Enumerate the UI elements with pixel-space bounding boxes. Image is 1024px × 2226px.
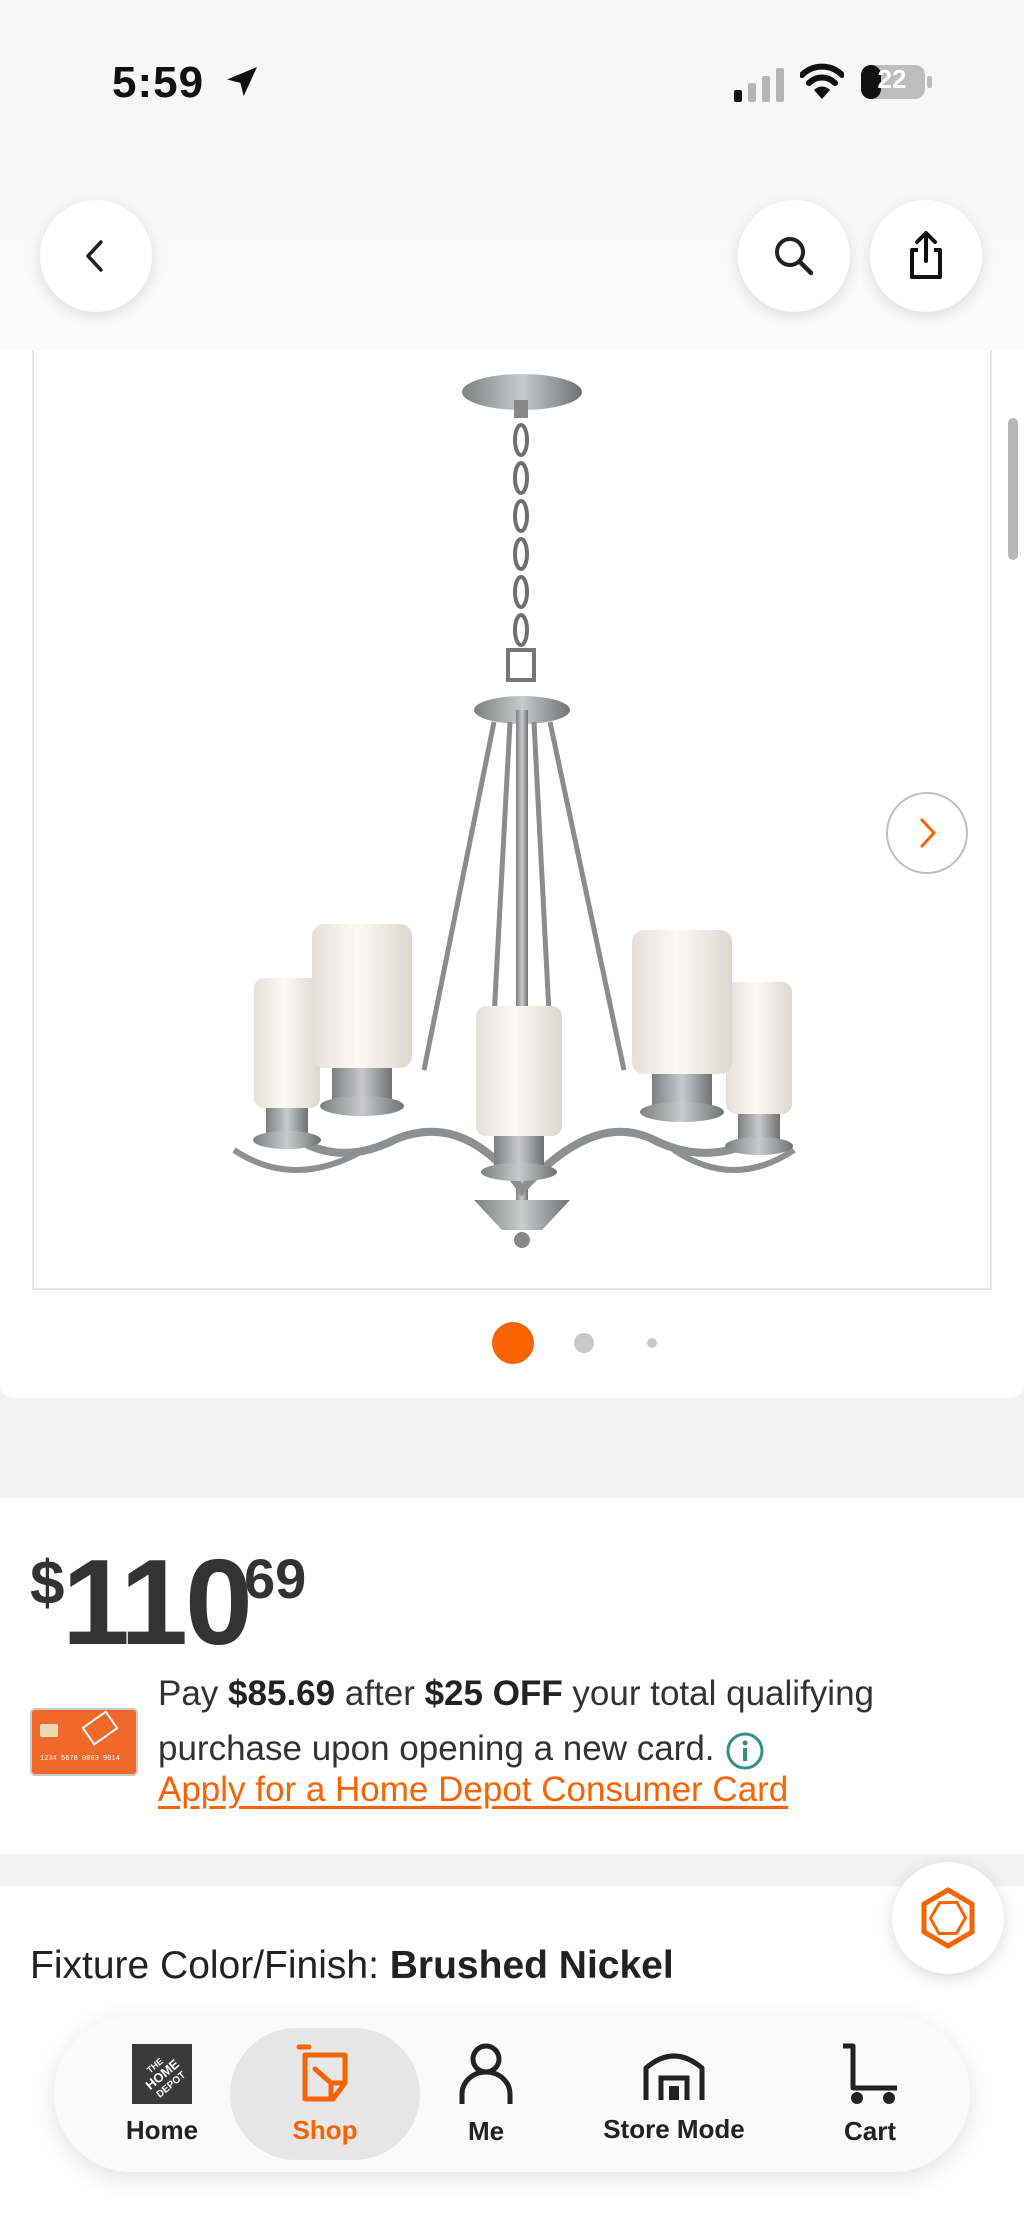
credit-card-icon: 1234 5678 0063 9014	[30, 1708, 138, 1776]
assistant-button[interactable]	[892, 1862, 1004, 1974]
wifi-icon	[800, 63, 844, 99]
nav-cart-label: Cart	[843, 2115, 896, 2146]
cart-icon	[843, 2043, 897, 2104]
pagination-dot-active[interactable]	[492, 1322, 534, 1364]
nav-shop-label: Shop	[292, 2114, 358, 2145]
cellular-signal-icon	[734, 68, 784, 102]
price-cents: 69	[244, 1547, 307, 1610]
promo-pay-amount: $85.69	[228, 1674, 336, 1713]
info-icon[interactable]	[725, 1731, 765, 1771]
nav-store-mode[interactable]: Store Mode	[584, 2016, 764, 2172]
battery-level: 22	[877, 64, 907, 94]
share-button[interactable]	[870, 200, 982, 312]
image-pagination	[0, 1322, 1024, 1364]
product-image[interactable]	[32, 350, 992, 1290]
nav-me[interactable]: Me	[430, 2016, 542, 2172]
scrollbar[interactable]	[1008, 418, 1018, 560]
nav-cart[interactable]: Cart	[814, 2016, 926, 2172]
product-page: 5:59 22 $ 110 69 1234 5678 0063 9014 Pay…	[0, 0, 1024, 2226]
nav-shop[interactable]: Shop	[230, 2028, 420, 2160]
location-arrow-icon	[227, 67, 257, 97]
fixture-finish-value: Brushed Nickel	[389, 1944, 674, 1987]
pagination-dot[interactable]	[574, 1333, 594, 1353]
apply-card-link[interactable]: Apply for a Home Depot Consumer Card	[158, 1770, 788, 1810]
nav-me-label: Me	[467, 2115, 505, 2146]
product-image-gallery	[0, 350, 1024, 1398]
product-header	[0, 160, 1024, 350]
fixture-label-text: Fixture Color/Finish:	[30, 1944, 390, 1987]
status-bar: 5:59 22	[0, 0, 1024, 160]
next-image-button[interactable]	[886, 792, 968, 874]
price-dollars: 110	[62, 1534, 253, 1670]
price-section: $ 110 69 1234 5678 0063 9014 Pay $85.69 …	[0, 1498, 1024, 1854]
back-button[interactable]	[40, 200, 152, 312]
chandelier-image	[232, 374, 796, 1248]
promo-discount: $25 OFF	[424, 1674, 563, 1713]
nav-store-mode-label: Store Mode	[603, 2113, 745, 2144]
chevron-right-icon	[920, 818, 936, 848]
user-icon	[459, 2043, 513, 2104]
share-icon	[910, 231, 942, 279]
shop-icon	[296, 2044, 348, 2101]
home-depot-logo-icon: THE HOME DEPOT	[132, 2043, 192, 2104]
card-number: 1234 5678 0063 9014	[40, 1755, 120, 1763]
fixture-finish-label: Fixture Color/Finish: Brushed Nickel	[30, 1944, 674, 1988]
price-currency: $	[30, 1549, 65, 1618]
search-button[interactable]	[738, 200, 850, 312]
promo-pay-prefix: Pay	[158, 1674, 229, 1713]
hexagon-assistant-icon	[921, 1887, 975, 1949]
store-icon	[643, 2053, 705, 2100]
promo-after: after	[335, 1674, 425, 1713]
status-time: 5:59	[112, 58, 205, 107]
nav-home-label: Home	[125, 2114, 199, 2145]
pagination-dot[interactable]	[647, 1338, 657, 1348]
search-icon	[775, 237, 814, 276]
bottom-navigation: THE HOME DEPOT Home Shop Me Store Mode C…	[54, 2016, 970, 2172]
card-promo-text: Pay $85.69 after $25 OFF your total qual…	[158, 1666, 958, 1776]
nav-home[interactable]: THE HOME DEPOT Home	[94, 2016, 230, 2172]
chevron-left-icon	[86, 240, 103, 272]
